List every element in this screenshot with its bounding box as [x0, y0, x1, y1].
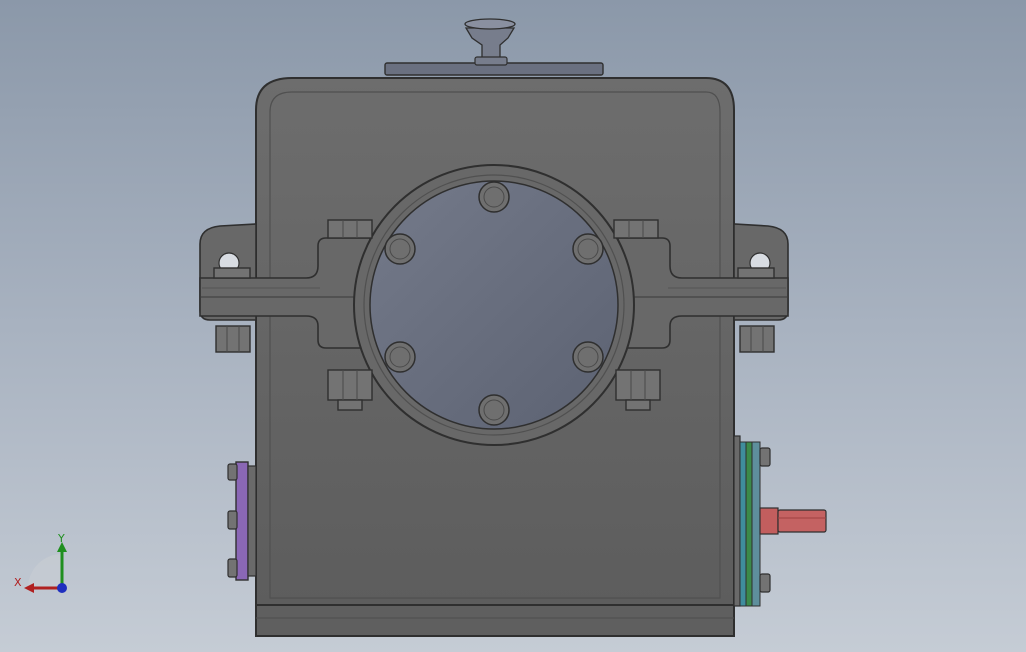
breather-cap[interactable]: [384, 18, 604, 76]
input-bearing-cap[interactable]: [227, 461, 257, 581]
hex-nut: [737, 267, 775, 279]
hex-nut: [213, 267, 251, 279]
gearbox-model[interactable]: [0, 0, 1026, 652]
bolt-end: [337, 399, 363, 411]
output-shaft[interactable]: [759, 507, 827, 535]
hex-nut: [615, 369, 661, 401]
cad-viewport[interactable]: Y X: [0, 0, 1026, 652]
hex-nut: [215, 325, 251, 353]
z-axis-icon: [57, 583, 67, 593]
hex-nut: [613, 219, 659, 239]
hex-nut: [327, 369, 373, 401]
axis-triad: Y X: [10, 530, 80, 600]
axis-triad-graphic: [24, 542, 67, 593]
bolt-end: [625, 399, 651, 411]
hex-nut: [739, 325, 775, 353]
y-axis-label: Y: [58, 532, 65, 545]
hex-nut: [327, 219, 373, 239]
x-axis-label: X: [14, 576, 22, 589]
